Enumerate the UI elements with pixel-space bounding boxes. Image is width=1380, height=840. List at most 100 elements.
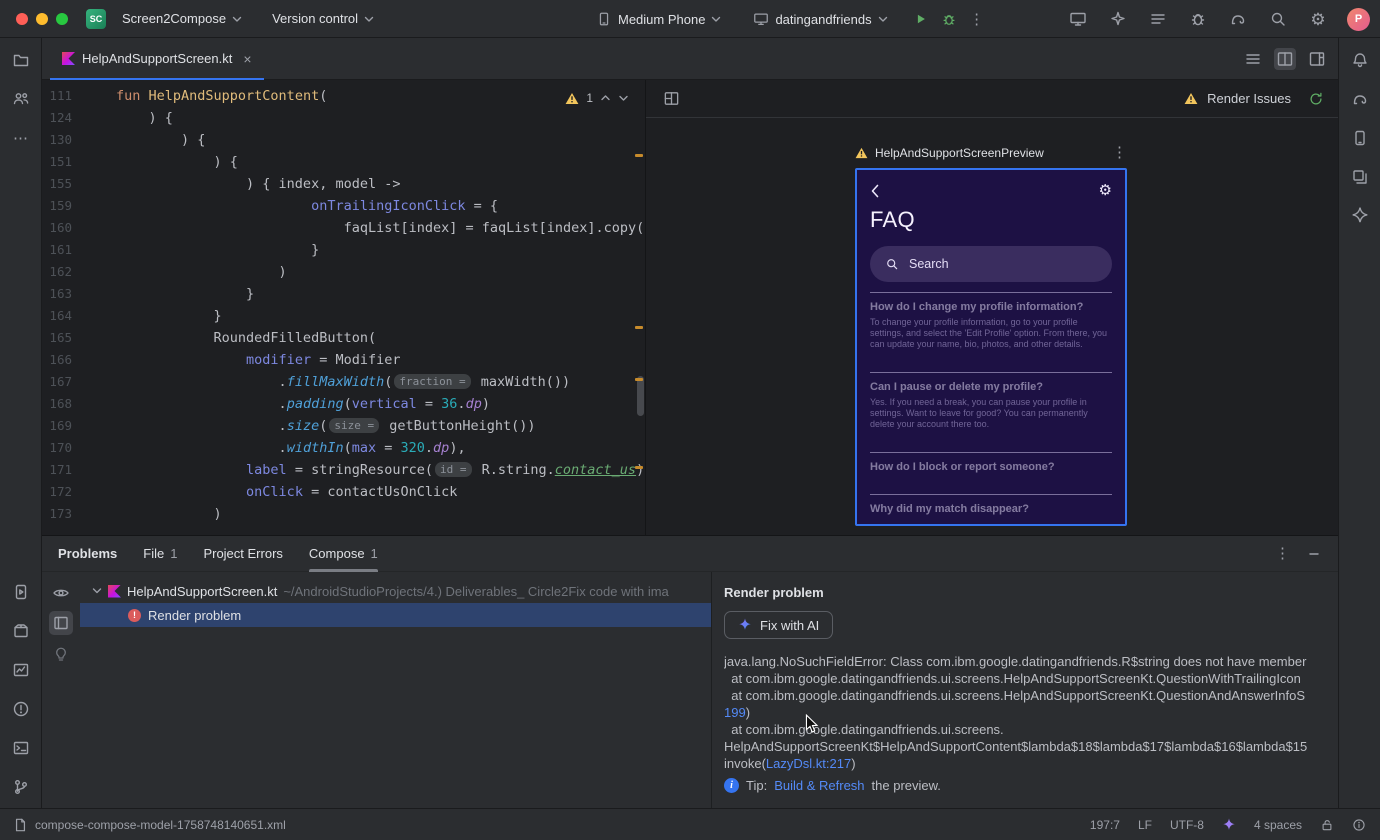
gradle-icon[interactable] <box>1227 8 1249 30</box>
gradle-tool-icon[interactable] <box>1349 88 1371 110</box>
device-selector[interactable]: Medium Phone <box>588 7 729 31</box>
code-line[interactable]: 161 } <box>42 239 645 261</box>
project-tool-icon[interactable] <box>10 49 32 71</box>
ai-status-icon[interactable] <box>1222 817 1236 832</box>
faq-question[interactable]: How do I block or report someone? <box>870 453 1112 484</box>
warning-stripe-mark[interactable] <box>635 326 643 329</box>
code-line[interactable]: 151 ) { <box>42 151 645 173</box>
panel-tab-compose[interactable]: Compose 1 <box>308 536 378 572</box>
more-run-actions-button[interactable]: ⋮ <box>966 8 988 30</box>
code-line[interactable]: 165 RoundedFilledButton( <box>42 327 645 349</box>
build-refresh-link[interactable]: Build & Refresh <box>774 778 864 793</box>
warning-stripe-mark[interactable] <box>635 466 643 469</box>
profiler-icon[interactable] <box>10 659 32 681</box>
code-line[interactable]: 159 onTrailingIconClick = { <box>42 195 645 217</box>
panel-title[interactable]: Problems <box>58 546 117 561</box>
code-line[interactable]: 166 modifier = Modifier <box>42 349 645 371</box>
caret-position[interactable]: 197:7 <box>1090 818 1120 832</box>
expand-chevron-icon[interactable] <box>92 587 102 595</box>
line-separator[interactable]: LF <box>1138 818 1152 832</box>
quickfix-bulb-icon[interactable] <box>49 641 73 665</box>
close-window-button[interactable] <box>16 12 28 25</box>
device-manager-icon[interactable] <box>1349 127 1371 149</box>
inspection-widget[interactable]: 1 <box>565 87 629 109</box>
prev-warning-icon[interactable] <box>600 93 611 103</box>
resource-manager-icon[interactable] <box>1349 166 1371 188</box>
file-encoding[interactable]: UTF-8 <box>1170 818 1204 832</box>
terminal-icon[interactable] <box>10 737 32 759</box>
refresh-preview-icon[interactable] <box>1308 91 1324 107</box>
version-control-icon[interactable] <box>10 776 32 798</box>
lock-icon[interactable] <box>1320 818 1334 832</box>
code-line[interactable]: 171 label = stringResource(id = R.string… <box>42 459 645 481</box>
code-line[interactable]: 164 } <box>42 305 645 327</box>
statusbar-file[interactable]: compose-compose-model-1758748140651.xml <box>35 818 286 832</box>
back-icon[interactable] <box>870 184 880 198</box>
code-line[interactable]: 163 } <box>42 283 645 305</box>
faq-search-field[interactable]: Search <box>870 246 1112 282</box>
code-line[interactable]: 130 ) { <box>42 129 645 151</box>
next-warning-icon[interactable] <box>618 93 629 103</box>
indent-config[interactable]: 4 spaces <box>1254 818 1302 832</box>
stack-link[interactable]: 199 <box>724 705 746 720</box>
hide-panel-icon[interactable] <box>1308 548 1320 560</box>
editor-scrollbar[interactable] <box>637 376 644 416</box>
code-line[interactable]: 155 ) { index, model -> <box>42 173 645 195</box>
code-line[interactable]: 111 fun HelpAndSupportContent( <box>42 85 645 107</box>
preview-view-icon[interactable] <box>1306 48 1328 70</box>
editor-tab[interactable]: HelpAndSupportScreen.kt × <box>50 38 264 80</box>
preview-title-row[interactable]: HelpAndSupportScreenPreview ⋮ <box>855 145 1127 160</box>
project-menu[interactable]: Screen2Compose <box>114 7 250 30</box>
settings-gear-icon[interactable]: ⚙ <box>1099 183 1112 198</box>
notifications-info-icon[interactable] <box>1352 818 1366 832</box>
warning-stripe-mark[interactable] <box>635 154 643 157</box>
code-line[interactable]: 172 onClick = contactUsOnClick <box>42 481 645 503</box>
preview-problems-icon[interactable] <box>49 581 73 605</box>
problems-file-row[interactable]: HelpAndSupportScreen.kt ~/AndroidStudioP… <box>80 579 711 603</box>
code-line[interactable]: 170 .widthIn(max = 320.dp), <box>42 437 645 459</box>
pull-requests-icon[interactable] <box>10 88 32 110</box>
panel-options-icon[interactable]: ⋮ <box>1275 546 1290 561</box>
faq-question[interactable]: Why did my match disappear? <box>870 495 1112 524</box>
render-issues-label[interactable]: Render Issues <box>1207 91 1291 106</box>
zoom-window-button[interactable] <box>56 12 68 25</box>
code-line[interactable]: 169 .size(size = getButtonHeight()) <box>42 415 645 437</box>
notifications-icon[interactable] <box>1349 49 1371 71</box>
stack-link[interactable]: LazyDsl.kt:217 <box>766 756 851 771</box>
render-problem-row[interactable]: ! Render problem <box>80 603 711 627</box>
code-line[interactable]: 173 ) <box>42 503 645 525</box>
build-icon[interactable] <box>10 620 32 642</box>
code-line[interactable]: 124 ) { <box>42 107 645 129</box>
code-line[interactable]: 167 .fillMaxWidth(fraction = maxWidth()) <box>42 371 645 393</box>
device-mirroring-icon[interactable] <box>1067 8 1089 30</box>
code-line[interactable]: 160 faqList[index] = faqList[index].copy… <box>42 217 645 239</box>
panel-tab-file[interactable]: File 1 <box>143 536 177 572</box>
list-view-icon[interactable] <box>49 611 73 635</box>
preview-menu-icon[interactable]: ⋮ <box>1112 145 1127 160</box>
code-line[interactable]: 162 ) <box>42 261 645 283</box>
search-icon[interactable] <box>1267 8 1289 30</box>
debug-button[interactable] <box>938 8 960 30</box>
code-editor[interactable]: 111 fun HelpAndSupportContent(124 ) {130 … <box>42 80 646 535</box>
split-view-icon[interactable] <box>1274 47 1296 70</box>
app-inspection-icon[interactable] <box>1187 8 1209 30</box>
warning-stripe-mark[interactable] <box>635 378 643 381</box>
ai-actions-icon[interactable] <box>1107 8 1129 30</box>
layout-options-icon[interactable] <box>660 88 682 110</box>
run-config-selector[interactable]: datingandfriends <box>745 7 895 31</box>
gemini-icon[interactable] <box>1349 205 1371 227</box>
more-tool-windows-icon[interactable]: ⋯ <box>10 127 32 149</box>
preview-device-frame[interactable]: ⚙ FAQ Search How do I change my profile … <box>855 168 1127 526</box>
fix-with-ai-button[interactable]: Fix with AI <box>724 611 834 639</box>
settings-icon[interactable]: ⚙ <box>1307 8 1329 30</box>
tab-close-icon[interactable]: × <box>243 52 251 66</box>
running-devices-icon[interactable] <box>10 581 32 603</box>
run-button[interactable] <box>910 8 932 30</box>
code-line[interactable]: 168 .padding(vertical = 36.dp) <box>42 393 645 415</box>
minimize-window-button[interactable] <box>36 12 48 25</box>
panel-tab-project-errors[interactable]: Project Errors <box>203 536 282 572</box>
problems-icon[interactable] <box>10 698 32 720</box>
version-control-menu[interactable]: Version control <box>264 7 382 30</box>
code-view-icon[interactable] <box>1242 48 1264 70</box>
profile-avatar[interactable]: P <box>1347 7 1370 31</box>
